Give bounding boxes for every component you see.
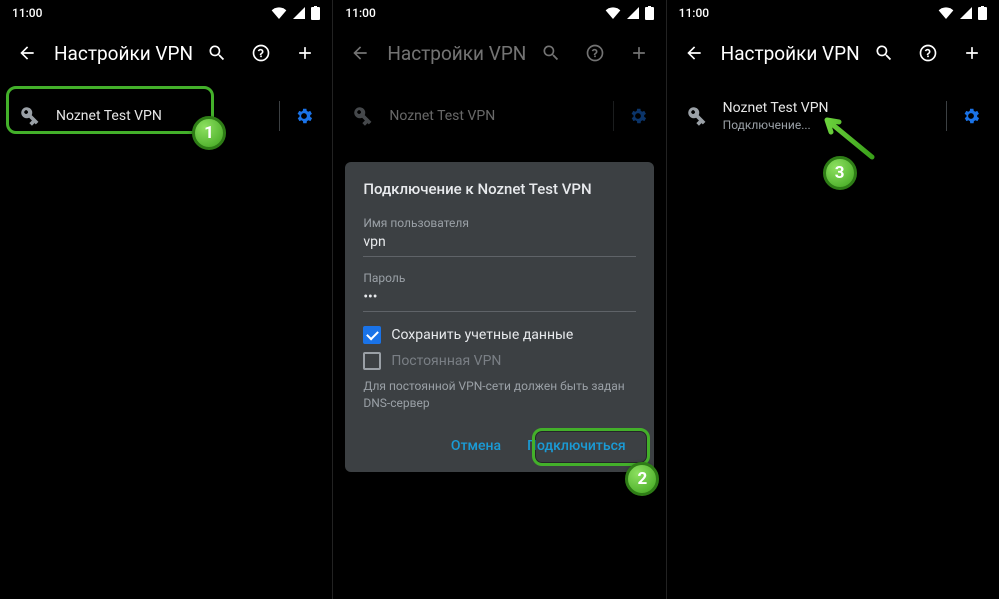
back-button[interactable]: [6, 32, 48, 74]
app-bar: Настройки VPN: [0, 26, 332, 80]
back-button[interactable]: [339, 32, 381, 74]
vpn-profile-row[interactable]: Noznet Test VPN: [337, 90, 661, 142]
connect-button[interactable]: Подключиться: [517, 430, 636, 462]
signal-icon: [293, 7, 305, 19]
add-button[interactable]: [618, 32, 660, 74]
step-marker-3: 3: [823, 156, 857, 190]
add-button[interactable]: [284, 32, 326, 74]
vpn-settings-button[interactable]: [622, 100, 654, 132]
phone-3: 11:00 Настройки VPN Noznet Test VPN Подк: [666, 0, 999, 599]
battery-icon: [978, 6, 987, 20]
divider: [613, 101, 614, 131]
back-button[interactable]: [673, 32, 715, 74]
add-button[interactable]: [951, 32, 993, 74]
app-bar: Настройки VPN: [667, 26, 999, 80]
signal-icon: [627, 7, 639, 19]
vpn-name-label: Noznet Test VPN: [389, 108, 604, 124]
permanent-vpn-checkbox: Постоянная VPN: [363, 352, 635, 370]
divider: [279, 101, 280, 131]
cancel-button[interactable]: Отмена: [441, 430, 511, 462]
dns-note: Для постоянной VPN-сети должен быть зада…: [363, 378, 635, 412]
vpn-status-label: Подключение...: [723, 118, 938, 132]
help-button[interactable]: [574, 32, 616, 74]
search-button[interactable]: [196, 32, 238, 74]
battery-icon: [311, 6, 320, 20]
signal-icon: [960, 7, 972, 19]
search-button[interactable]: [863, 32, 905, 74]
status-bar: 11:00: [333, 0, 665, 26]
vpn-name-label: Noznet Test VPN: [723, 100, 938, 116]
save-credentials-label: Сохранить учетные данные: [391, 327, 573, 343]
page-title: Настройки VPN: [715, 42, 863, 65]
wifi-icon: [271, 7, 287, 19]
vpn-profile-row[interactable]: Noznet Test VPN Подключение...: [671, 90, 995, 142]
help-button[interactable]: [907, 32, 949, 74]
vpn-settings-button[interactable]: [955, 100, 987, 132]
vpn-settings-button[interactable]: [288, 100, 320, 132]
search-button[interactable]: [530, 32, 572, 74]
vpn-profile-row[interactable]: Noznet Test VPN: [4, 90, 328, 142]
help-button[interactable]: [240, 32, 282, 74]
checkbox-on-icon: [363, 326, 381, 344]
dialog-title: Подключение к Noznet Test VPN: [363, 180, 635, 198]
checkbox-off-icon: [363, 352, 381, 370]
app-bar: Настройки VPN: [333, 26, 665, 80]
status-bar: 11:00: [0, 0, 332, 26]
status-time: 11:00: [12, 6, 42, 20]
page-title: Настройки VPN: [381, 42, 529, 65]
vpn-key-icon: [345, 105, 381, 127]
status-time: 11:00: [679, 6, 709, 20]
wifi-icon: [938, 7, 954, 19]
vpn-name-label: Noznet Test VPN: [56, 108, 271, 124]
vpn-key-icon: [679, 105, 715, 127]
status-bar: 11:00: [667, 0, 999, 26]
vpn-key-icon: [12, 105, 48, 127]
wifi-icon: [605, 7, 621, 19]
battery-icon: [645, 6, 654, 20]
page-title: Настройки VPN: [48, 42, 196, 65]
save-credentials-checkbox[interactable]: Сохранить учетные данные: [363, 326, 635, 344]
username-label: Имя пользователя: [363, 216, 635, 230]
permanent-vpn-label: Постоянная VPN: [391, 353, 501, 369]
password-input[interactable]: •••: [363, 289, 635, 312]
phone-2: 11:00 Настройки VPN Noznet Test VPN: [332, 0, 665, 599]
username-input[interactable]: vpn: [363, 234, 635, 257]
phone-1: 11:00 Настройки VPN Noznet Test VPN: [0, 0, 332, 599]
status-time: 11:00: [345, 6, 375, 20]
password-label: Пароль: [363, 271, 635, 285]
vpn-connect-dialog: Подключение к Noznet Test VPN Имя пользо…: [345, 162, 653, 472]
divider: [946, 101, 947, 131]
